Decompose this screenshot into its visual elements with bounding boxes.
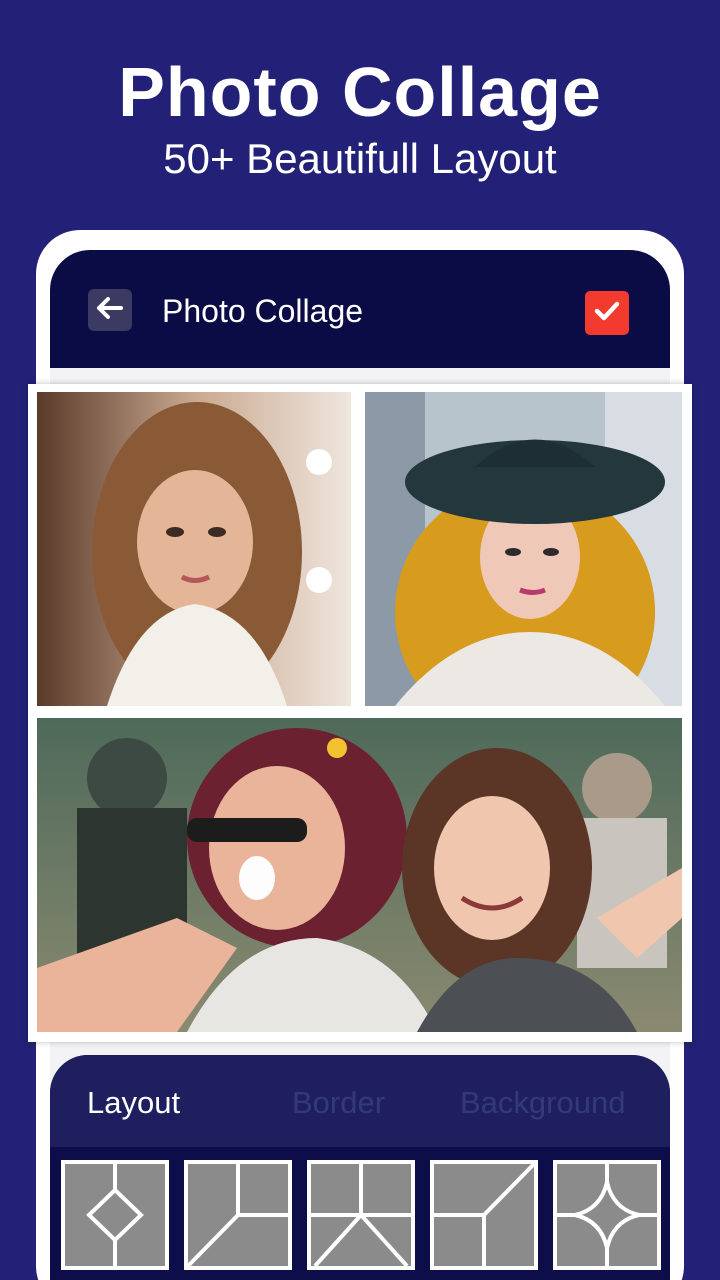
- layout-strip: [50, 1147, 670, 1280]
- checkmark-icon: [593, 299, 621, 328]
- layout-option-diamond-center[interactable]: [61, 1160, 169, 1270]
- editor-panel: Layout Border Background: [50, 1055, 670, 1280]
- promo-title: Photo Collage: [118, 53, 602, 131]
- panel-tabs: Layout Border Background: [50, 1055, 670, 1147]
- confirm-button[interactable]: [585, 291, 629, 335]
- layout-option-v-split[interactable]: [307, 1160, 415, 1270]
- layout-option-diagonal-split[interactable]: [430, 1160, 538, 1270]
- collage-canvas[interactable]: [28, 384, 692, 1042]
- collage-photo-1[interactable]: [37, 392, 351, 706]
- tab-background[interactable]: Background: [460, 1085, 625, 1121]
- tab-layout[interactable]: Layout: [87, 1085, 180, 1121]
- arrow-left-icon: [96, 296, 124, 325]
- app-bar: Photo Collage: [50, 250, 670, 368]
- layout-option-star-center[interactable]: [553, 1160, 661, 1270]
- collage-photo-2[interactable]: [365, 392, 682, 706]
- collage-photo-3[interactable]: [37, 718, 682, 1032]
- promo-subtitle: 50+ Beautifull Layout: [163, 135, 557, 182]
- app-title: Photo Collage: [162, 293, 364, 329]
- back-button[interactable]: [88, 289, 132, 331]
- tab-border[interactable]: Border: [292, 1085, 385, 1121]
- layout-option-split-angled[interactable]: [184, 1160, 292, 1270]
